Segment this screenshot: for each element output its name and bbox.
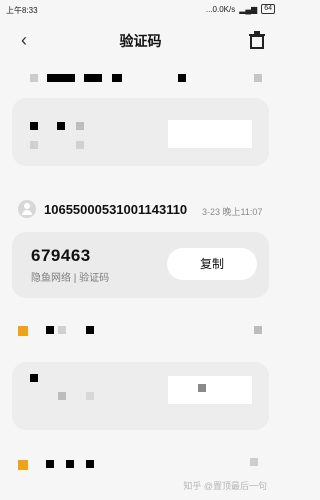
redacted-block [46, 460, 54, 468]
page-title: 验证码 [119, 33, 162, 49]
signal-icon: ▂▄▆ [239, 4, 258, 14]
redacted-block [57, 122, 65, 130]
redacted-block [198, 384, 206, 392]
redacted-block [86, 326, 94, 334]
delete-button[interactable] [247, 30, 267, 50]
network-speed: ...0.0K/s [205, 4, 236, 14]
redacted-block [30, 74, 38, 82]
sender-number: 10655000531001143110 [44, 202, 188, 217]
redacted-block [254, 74, 262, 82]
redacted-block [58, 326, 66, 334]
redacted-block [112, 74, 122, 82]
message-timestamp: 3-23 晚上11:07 [202, 207, 263, 217]
redacted-block [30, 122, 38, 130]
message-source: 隐鱼网络 | 验证码 [31, 273, 110, 284]
redacted-block [86, 460, 94, 468]
redacted-block [30, 141, 38, 149]
trash-icon [249, 31, 265, 49]
redacted-block [86, 392, 94, 400]
battery-icon: 64 [261, 4, 275, 14]
avatar [18, 200, 36, 218]
redacted-block [178, 74, 186, 82]
redacted-button [168, 120, 252, 148]
redacted-block [18, 460, 28, 470]
redacted-block [250, 458, 258, 466]
redacted-block [84, 74, 102, 82]
redacted-block [76, 141, 84, 149]
status-time: 上午8:33 [6, 6, 38, 15]
copy-button[interactable]: 复制 [167, 248, 257, 280]
verification-message-card[interactable]: 679463 隐鱼网络 | 验证码 复制 [12, 232, 269, 298]
redacted-block [18, 326, 28, 336]
redacted-block [30, 374, 38, 382]
watermark: 知乎 @置顶最后一句 [183, 481, 267, 491]
redacted-block [47, 74, 75, 82]
redacted-block [66, 460, 74, 468]
redacted-block [46, 326, 54, 334]
redacted-button [168, 376, 252, 404]
sender-row: 10655000531001143110 3-23 晚上11:07 [18, 200, 268, 220]
redacted-block [58, 392, 66, 400]
redacted-block [76, 122, 84, 130]
redacted-block [254, 326, 262, 334]
status-icons: ...0.0K/s ▂▄▆ 64 [206, 4, 275, 14]
verification-code: 679463 [31, 246, 91, 265]
nav-bar: ‹ 验证码 [0, 22, 281, 60]
status-bar: 上午8:33 ...0.0K/s ▂▄▆ 64 [0, 0, 281, 20]
